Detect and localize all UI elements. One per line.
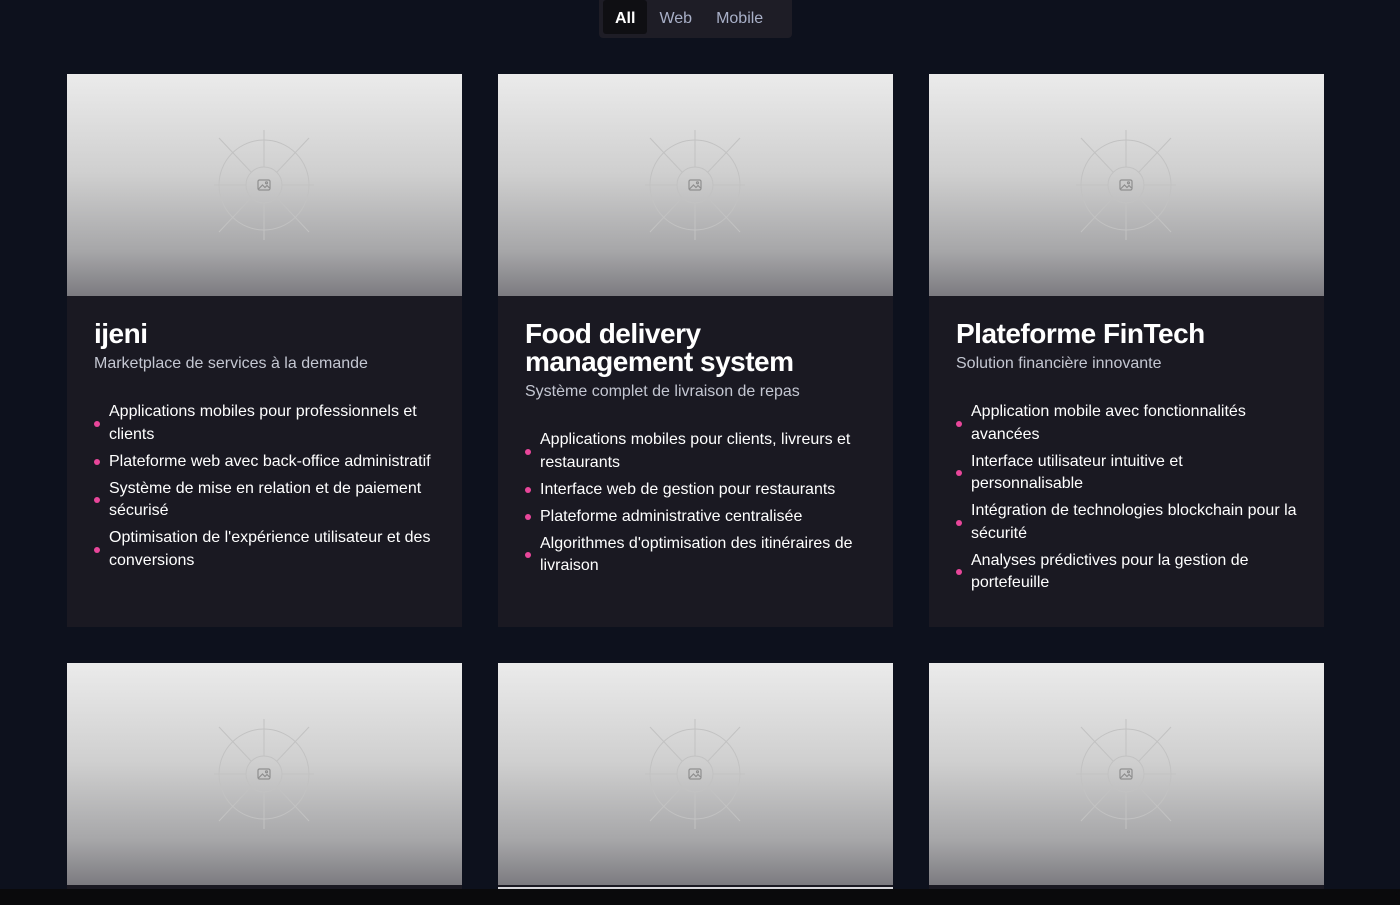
feature-item: Interface web de gestion pour restaurant… (525, 479, 866, 502)
project-card-body: Plateforme FinTech Solution financière i… (929, 296, 1324, 595)
feature-item: Optimisation de l'expérience utilisateur… (94, 527, 435, 572)
project-card-body: ijeni Marketplace de services à la deman… (67, 296, 462, 572)
bullet-dot-icon (94, 546, 100, 553)
feature-item: Application mobile avec fonctionnalités … (956, 401, 1297, 446)
feature-item: Algorithmes d'optimisation des itinérair… (525, 533, 866, 578)
feature-item: Applications mobiles pour professionnels… (94, 401, 435, 446)
project-card[interactable] (929, 663, 1324, 889)
project-subtitle: Solution financière innovante (956, 355, 1162, 372)
project-title: Plateforme FinTech (956, 318, 1205, 349)
bullet-dot-icon (956, 519, 962, 526)
feature-item: Interface utilisateur intuitive et perso… (956, 451, 1297, 496)
feature-item: Plateforme administrative centralisée (525, 506, 866, 529)
feature-item: Système de mise en relation et de paieme… (94, 478, 435, 523)
image-placeholder-icon (1076, 130, 1176, 240)
image-placeholder-icon (214, 130, 314, 240)
bullet-dot-icon (94, 497, 100, 503)
feature-item: Intégration de technologies blockchain p… (956, 500, 1297, 545)
bullet-dot-icon (956, 569, 962, 575)
bullet-dot-icon (956, 470, 962, 476)
feature-item: Plateforme web avec back-office administ… (94, 451, 435, 474)
project-card-ijeni[interactable]: ijeni Marketplace de services à la deman… (67, 74, 462, 627)
filter-tabs: All Web Mobile (599, 0, 792, 38)
feature-item: Analyses prédictives pour la gestion de … (956, 550, 1297, 595)
feature-list: Applications mobiles pour professionnels… (94, 401, 435, 572)
bottom-edge-bar (0, 889, 1400, 905)
image-placeholder-icon (214, 719, 314, 829)
project-subtitle: Système complet de livraison de repas (525, 383, 800, 400)
project-title: ijeni (94, 318, 148, 349)
project-image (67, 74, 462, 296)
project-image (929, 74, 1324, 296)
bullet-dot-icon (525, 513, 531, 520)
feature-item: Applications mobiles pour clients, livre… (525, 429, 866, 474)
image-placeholder-icon (645, 719, 745, 829)
filter-tab-mobile[interactable]: Mobile (704, 0, 775, 34)
project-card-food-delivery[interactable]: Food delivery management system Système … (498, 74, 893, 627)
project-card-body: Food delivery management system Système … (498, 296, 893, 578)
project-card[interactable] (67, 663, 462, 889)
project-card-fintech[interactable]: Plateforme FinTech Solution financière i… (929, 74, 1324, 627)
portfolio-page: All Web Mobile ijeni Marketplace de serv… (0, 0, 1400, 905)
project-subtitle: Marketplace de services à la demande (94, 355, 368, 372)
bullet-dot-icon (525, 448, 531, 455)
image-placeholder-icon (645, 130, 745, 240)
bullet-dot-icon (94, 420, 100, 427)
project-image (929, 663, 1324, 885)
bullet-dot-icon (525, 552, 531, 558)
bullet-dot-icon (525, 486, 531, 493)
feature-list: Applications mobiles pour clients, livre… (525, 429, 866, 578)
image-placeholder-icon (1076, 719, 1176, 829)
bullet-dot-icon (956, 420, 962, 427)
project-image (498, 74, 893, 296)
feature-list: Application mobile avec fonctionnalités … (956, 401, 1297, 595)
project-card[interactable] (498, 663, 893, 889)
filter-tab-web[interactable]: Web (647, 0, 704, 34)
filter-tab-all[interactable]: All (603, 0, 648, 34)
project-image (67, 663, 462, 885)
project-title: Food delivery management system (525, 318, 794, 377)
project-image (498, 663, 893, 885)
bullet-dot-icon (94, 458, 100, 465)
